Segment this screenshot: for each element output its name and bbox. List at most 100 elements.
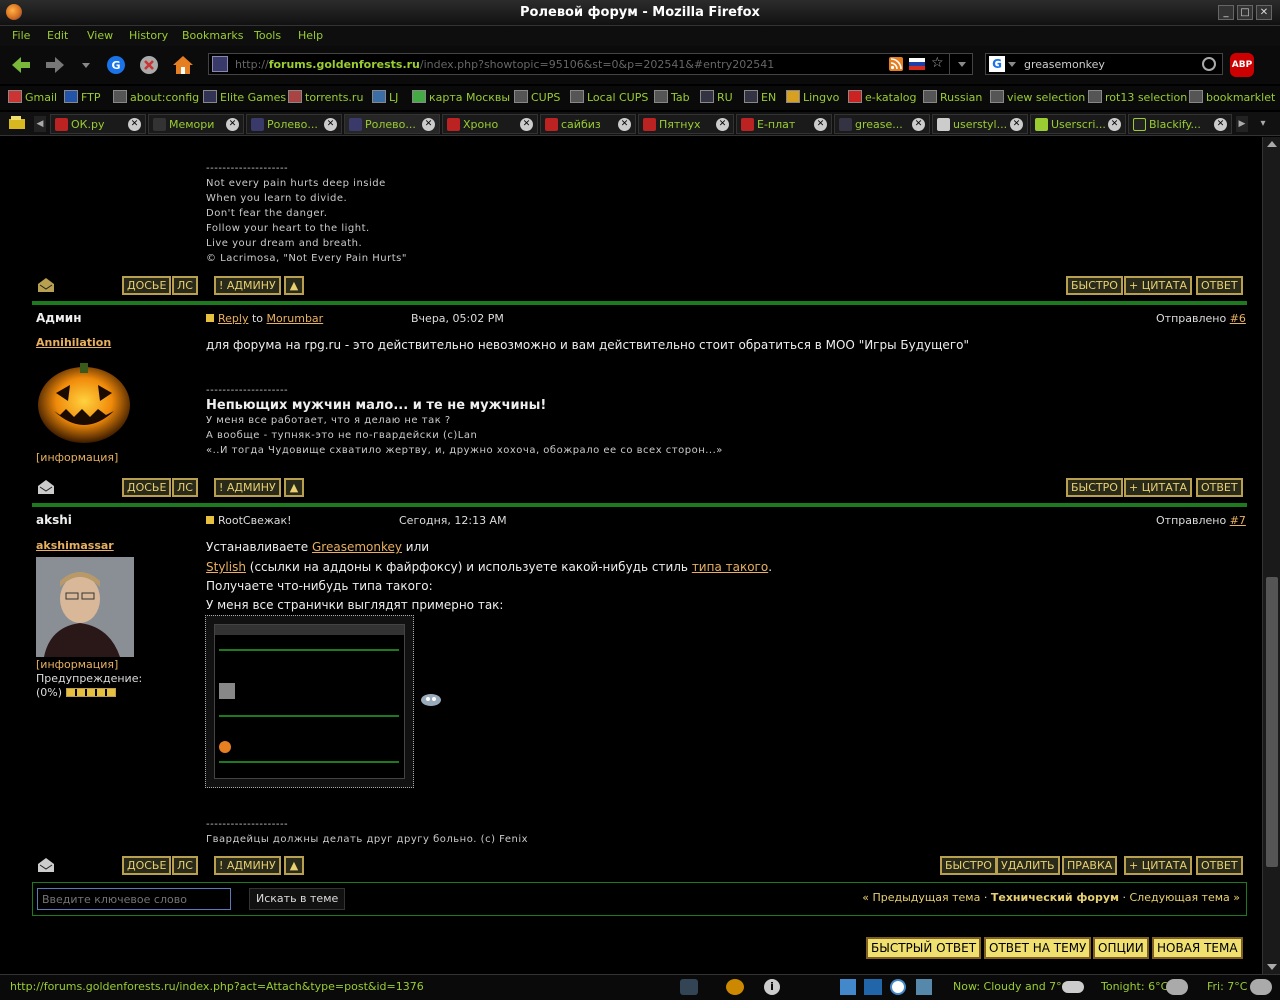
menu-file[interactable]: File [12, 29, 30, 42]
post7-up-arrow-icon[interactable]: ▲ [284, 856, 304, 875]
tab-9[interactable]: grease... ✕ [834, 114, 930, 134]
history-dropdown-icon[interactable] [80, 54, 92, 76]
tab-close-icon[interactable]: ✕ [716, 118, 729, 131]
greasemonkey-status-icon[interactable] [726, 979, 744, 995]
post7-author[interactable]: akshi [36, 513, 72, 527]
post6-author[interactable]: Админ [36, 311, 82, 325]
post7-delete-button[interactable]: УДАЛИТЬ [996, 856, 1060, 875]
post7-dossier-button[interactable]: ДОСЬЕ [122, 856, 172, 875]
tab-close-icon[interactable]: ✕ [422, 118, 435, 131]
home-icon[interactable] [172, 54, 194, 76]
tab-close-icon[interactable]: ✕ [814, 118, 827, 131]
menu-view[interactable]: View [87, 29, 113, 42]
quick-reply-button[interactable]: БЫСТРЫЙ ОТВЕТ [866, 937, 982, 959]
post6-reply-button[interactable]: ОТВЕТ [1196, 478, 1243, 497]
menu-history[interactable]: History [129, 29, 168, 42]
bookmark-local-cups[interactable]: Local CUPS [570, 90, 648, 106]
page-scrollbar[interactable] [1262, 137, 1280, 974]
tab-scroll-left-icon[interactable]: ◀ [34, 116, 46, 132]
post5-pm-button[interactable]: ЛС [172, 276, 198, 295]
scroll-up-icon[interactable] [1267, 141, 1277, 147]
engine-dropdown-icon[interactable] [1008, 60, 1016, 68]
tab-list-dropdown-icon[interactable]: ▾ [1254, 116, 1272, 132]
video-icon[interactable] [864, 979, 882, 995]
post6-pm-button[interactable]: ЛС [172, 478, 198, 497]
tab-close-icon[interactable]: ✕ [226, 118, 239, 131]
post7-info-link[interactable]: [информация] [36, 658, 118, 671]
tab-7[interactable]: Пятнух ✕ [638, 114, 734, 134]
next-topic-link[interactable]: Следующая тема » [1129, 891, 1240, 904]
post6-reply-to-link[interactable]: Morumbar [267, 312, 324, 325]
weather-tonight[interactable]: Tonight: 6°C [1101, 980, 1168, 993]
attached-screenshot-thumbnail[interactable] [205, 615, 414, 788]
back-arrow-icon[interactable] [10, 54, 32, 76]
bookmark-tab[interactable]: Tab [654, 90, 690, 106]
post6-group-link[interactable]: Annihilation [36, 336, 111, 349]
tab-12[interactable]: Blackify... ✕ [1128, 114, 1232, 134]
reply-to-topic-button[interactable]: ОТВЕТ НА ТЕМУ [984, 937, 1092, 959]
post5-dossier-button[interactable]: ДОСЬЕ [122, 276, 172, 295]
bookmark-bookmarklet[interactable]: bookmarklet [1189, 90, 1275, 106]
tab-close-icon[interactable]: ✕ [1010, 118, 1023, 131]
bookmark-russian[interactable]: Russian [923, 90, 982, 106]
post6-quote-button[interactable]: + ЦИТАТА [1124, 478, 1192, 497]
bookmark-moscow-map[interactable]: карта Москвы [412, 90, 510, 106]
menu-tools[interactable]: Tools [254, 29, 281, 42]
url-bar[interactable]: http://forums.goldenforests.ru/index.php… [208, 53, 973, 75]
options-button[interactable]: ОПЦИИ [1093, 937, 1149, 959]
post5-quick-button[interactable]: БЫСТРО [1066, 276, 1123, 295]
tab-close-icon[interactable]: ✕ [1108, 118, 1121, 131]
clock-icon[interactable] [890, 979, 906, 995]
tab-2[interactable]: Мемори ✕ [148, 114, 244, 134]
tab-close-icon[interactable]: ✕ [912, 118, 925, 131]
url-dropdown-icon[interactable] [949, 54, 973, 74]
search-bar[interactable]: G greasemonkey [985, 53, 1223, 75]
minimize-button[interactable]: _ [1218, 5, 1234, 20]
tab-6[interactable]: сайбиз ✕ [540, 114, 636, 134]
post6-up-arrow-icon[interactable]: ▲ [284, 478, 304, 497]
bookmark-torrents[interactable]: torrents.ru [288, 90, 363, 106]
rss-feed-icon[interactable] [889, 57, 903, 71]
bookmark-ru[interactable]: RU [700, 90, 733, 106]
post7-quick-button[interactable]: БЫСТРО [940, 856, 997, 875]
bookmark-lj[interactable]: LJ [372, 90, 398, 106]
bookmark-e-katalog[interactable]: e-katalog [848, 90, 916, 106]
bookmark-about-config[interactable]: about:config [113, 90, 199, 106]
bookmark-rot13-selection[interactable]: rot13 selection [1088, 90, 1187, 106]
forum-link[interactable]: Технический форум [991, 891, 1119, 904]
tab-close-icon[interactable]: ✕ [128, 118, 141, 131]
scroll-down-icon[interactable] [1267, 964, 1277, 970]
menu-edit[interactable]: Edit [47, 29, 68, 42]
bookmark-gmail[interactable]: Gmail [8, 90, 57, 106]
tab-close-icon[interactable]: ✕ [1214, 118, 1227, 131]
stylish-link[interactable]: Stylish [206, 560, 246, 574]
bookmark-view-selection[interactable]: view selection [990, 90, 1085, 106]
previous-topic-link[interactable]: « Предыдущая тема [862, 891, 980, 904]
tab-close-icon[interactable]: ✕ [618, 118, 631, 131]
menu-bookmarks[interactable]: Bookmarks [182, 29, 243, 42]
post7-permalink[interactable]: #7 [1230, 514, 1246, 527]
tab-10[interactable]: userstyl... ✕ [932, 114, 1028, 134]
bookmark-en[interactable]: EN [744, 90, 776, 106]
bookmark-elite-games[interactable]: Elite Games [203, 90, 286, 106]
greasemonkey-link[interactable]: Greasemonkey [312, 540, 402, 554]
tool-icon[interactable] [840, 979, 856, 995]
post7-reply-button[interactable]: ОТВЕТ [1196, 856, 1243, 875]
post5-reply-button[interactable]: ОТВЕТ [1196, 276, 1243, 295]
close-button[interactable]: ✕ [1256, 5, 1272, 20]
search-in-topic-button[interactable]: Искать в теме [249, 888, 346, 910]
tab-3[interactable]: Ролево... ✕ [246, 114, 342, 134]
russian-flag-icon[interactable] [909, 58, 925, 70]
bookmark-cups[interactable]: CUPS [514, 90, 560, 106]
tab-close-icon[interactable]: ✕ [520, 118, 533, 131]
bookmark-lingvo[interactable]: Lingvo [786, 90, 839, 106]
download-icon[interactable] [916, 979, 932, 995]
scroll-thumb[interactable] [1266, 577, 1278, 867]
post6-permalink[interactable]: #6 [1230, 312, 1246, 325]
keyword-search-input[interactable] [37, 888, 231, 910]
new-topic-button[interactable]: НОВАЯ ТЕМА [1152, 937, 1243, 959]
forward-arrow-icon[interactable] [44, 54, 66, 76]
tab-1[interactable]: ОК.ру ✕ [50, 114, 146, 134]
adblock-plus-icon[interactable]: ABP [1230, 53, 1254, 77]
post7-group-link[interactable]: akshimassar [36, 539, 114, 552]
